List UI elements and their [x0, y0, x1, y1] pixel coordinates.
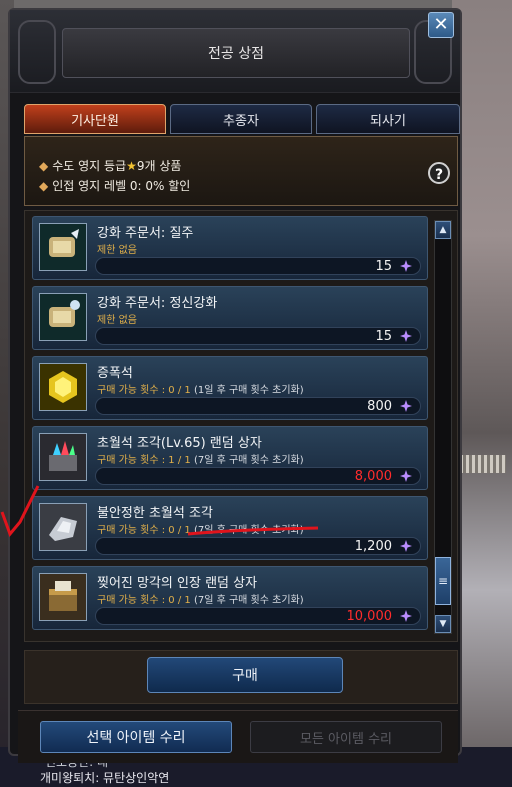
item-price: 15 — [375, 259, 392, 274]
scroll-icon — [39, 223, 87, 271]
scrollbar-thumb[interactable]: ≡ — [435, 557, 451, 605]
help-icon[interactable]: ? — [428, 162, 450, 184]
gem-icon — [39, 363, 87, 411]
crystal-currency-icon — [400, 330, 412, 342]
price-bar: 10,000 — [95, 607, 421, 625]
scroll-down-icon[interactable]: ▼ — [435, 615, 451, 633]
item-limit: 구매 가능 횟수 : 1 / 1 (7일 후 구매 횟수 초기화) — [97, 455, 304, 466]
price-bar: 8,000 — [95, 467, 421, 485]
background-text-2: 개미왕퇴치: 뮤탄상인악연 — [40, 771, 170, 785]
item-price: 8,000 — [354, 469, 392, 484]
price-bar: 800 — [95, 397, 421, 415]
crystal-currency-icon — [400, 540, 412, 552]
chest-icon — [39, 573, 87, 621]
repair-bar: 선택 아이템 수리 모든 아이템 수리 — [18, 710, 458, 763]
item-list-scrollbar[interactable]: ▲ ≡ ▼ — [434, 220, 452, 634]
item-name: 불안정한 초월석 조각 — [97, 506, 213, 521]
window-title: 전공 상점 — [62, 28, 410, 78]
item-price: 10,000 — [346, 609, 393, 624]
stone-icon — [39, 503, 87, 551]
crystal-currency-icon — [400, 400, 412, 412]
repair-selected-button[interactable]: 선택 아이템 수리 — [40, 721, 232, 753]
close-icon[interactable]: ✕ — [428, 12, 454, 38]
scroll-icon — [39, 293, 87, 341]
repair-all-button: 모든 아이템 수리 — [250, 721, 442, 753]
list-item[interactable]: 초월석 조각(Lv.65) 랜덤 상자 구매 가능 횟수 : 1 / 1 (7일… — [32, 426, 428, 490]
item-limit: 구매 가능 횟수 : 0 / 1 (7일 후 구매 횟수 초기화) — [97, 525, 304, 536]
price-bar: 1,200 — [95, 537, 421, 555]
item-price: 1,200 — [354, 539, 392, 554]
item-limit: 구매 가능 횟수 : 0 / 1 (1일 후 구매 횟수 초기화) — [97, 385, 304, 396]
item-name: 강화 주문서: 질주 — [97, 226, 194, 241]
scroll-up-icon[interactable]: ▲ — [435, 221, 451, 239]
crystal-currency-icon — [400, 470, 412, 482]
item-name: 찢어진 망각의 인장 랜덤 상자 — [97, 576, 258, 591]
shop-window: 전공 상점 기사단원 추종자 되사기 ◆ 수도 영지 등급★9개 상품 ◆ 인접 영… — [8, 8, 464, 763]
crystal-currency-icon — [400, 260, 412, 272]
item-name: 강화 주문서: 정신강화 — [97, 296, 218, 311]
buy-area: 구매 — [24, 650, 458, 704]
item-limit: 구매 가능 횟수 : 0 / 1 (7일 후 구매 횟수 초기화) — [97, 595, 304, 606]
info-panel: ◆ 수도 영지 등급★9개 상품 ◆ 인접 영지 레벨 0: 0% 할인 — [24, 136, 458, 206]
left-ornament — [18, 20, 56, 84]
item-limit: 제한 없음 — [97, 315, 137, 326]
info-line-capital: ◆ 수도 영지 등급★9개 상품 — [39, 159, 182, 173]
list-item[interactable]: 강화 주문서: 정신강화 제한 없음 15 — [32, 286, 428, 350]
item-price: 15 — [375, 329, 392, 344]
item-limit: 제한 없음 — [97, 245, 137, 256]
list-item[interactable]: 불안정한 초월석 조각 구매 가능 횟수 : 0 / 1 (7일 후 구매 횟수… — [32, 496, 428, 560]
list-item[interactable]: 증폭석 구매 가능 횟수 : 0 / 1 (1일 후 구매 횟수 초기화) 80… — [32, 356, 428, 420]
item-price: 800 — [367, 399, 392, 414]
item-name: 증폭석 — [97, 366, 133, 381]
buy-button[interactable]: 구매 — [147, 657, 343, 693]
tab-bar: 기사단원 추종자 되사기 — [24, 104, 464, 136]
star-icon: ★ — [126, 159, 137, 173]
list-item[interactable]: 강화 주문서: 질주 제한 없음 15 — [32, 216, 428, 280]
price-bar: 15 — [95, 257, 421, 275]
title-bar[interactable]: 전공 상점 — [10, 10, 460, 93]
crystal-box-icon — [39, 433, 87, 481]
price-bar: 15 — [95, 327, 421, 345]
item-name: 초월석 조각(Lv.65) 랜덤 상자 — [97, 436, 262, 451]
tab-followers[interactable]: 추종자 — [170, 104, 312, 134]
tab-knights[interactable]: 기사단원 — [24, 104, 166, 134]
list-item[interactable]: 찢어진 망각의 인장 랜덤 상자 구매 가능 횟수 : 0 / 1 (7일 후 … — [32, 566, 428, 630]
info-line-discount: ◆ 인접 영지 레벨 0: 0% 할인 — [39, 179, 191, 193]
crystal-currency-icon — [400, 610, 412, 622]
tab-buyback[interactable]: 되사기 — [316, 104, 460, 134]
